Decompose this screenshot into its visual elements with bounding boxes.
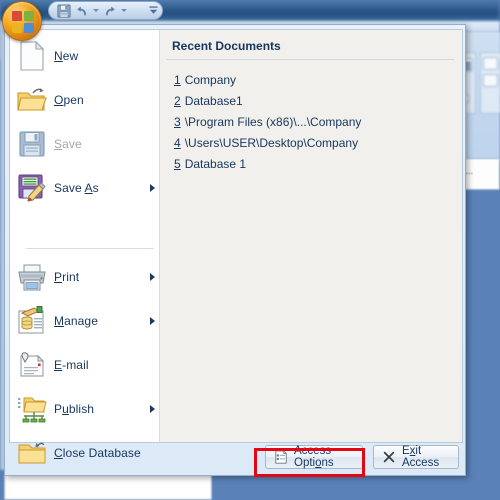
recent-documents-rule	[166, 59, 454, 60]
menu-item-manage[interactable]: Manage	[10, 301, 160, 341]
undo-dropdown-icon[interactable]	[91, 3, 100, 18]
menu-item-print-label: Print	[54, 270, 80, 284]
recent-document-name: Database1	[184, 94, 243, 108]
recent-document-item[interactable]: 5 Database 1	[174, 157, 246, 171]
menu-item-print[interactable]: Print	[10, 257, 160, 297]
customize-quick-access-toolbar-icon[interactable]	[145, 3, 161, 18]
redo-icon[interactable]	[101, 3, 118, 18]
undo-icon[interactable]	[73, 3, 90, 18]
recent-document-item[interactable]: 2 Database1	[174, 94, 243, 108]
menu-item-publish-label: Publish	[54, 402, 95, 416]
exit-access-label: Exit Access	[402, 445, 440, 469]
menu-item-save-as-label: Save As	[54, 181, 99, 195]
publish-network-icon	[10, 391, 54, 427]
recent-document-number: 4	[174, 136, 181, 150]
recent-document-item[interactable]: 3 \Program Files (x86)\...\Company	[174, 115, 361, 129]
save-as-submenu-arrow-icon	[144, 184, 160, 192]
recent-document-number: 5	[174, 157, 181, 171]
menu-item-new-label: New	[54, 49, 79, 63]
office-menu-popup: New Open Save Save As Print Manage E-mai…	[4, 24, 466, 476]
recent-documents-pane: Recent Documents 1 Company 2 Database1 3 \P…	[160, 30, 462, 442]
save-icon[interactable]	[55, 3, 72, 18]
envelope-icon	[10, 347, 54, 383]
publish-submenu-arrow-icon	[144, 405, 160, 413]
menu-item-save-as[interactable]: Save As	[10, 168, 160, 208]
office-menu-footer: Access Options Exit Access	[5, 443, 467, 475]
menu-item-open[interactable]: Open	[10, 80, 160, 120]
office-menu-left-pane: New Open Save Save As Print Manage E-mai…	[10, 30, 160, 464]
menu-item-new[interactable]: New	[10, 36, 160, 76]
floppy-disk-icon	[10, 126, 54, 162]
menu-item-manage-label: Manage	[54, 314, 98, 328]
recent-documents-title: Recent Documents	[172, 39, 281, 53]
menu-item-save: Save	[10, 124, 160, 164]
options-list-icon	[274, 450, 288, 464]
exit-access-button[interactable]: Exit Access	[373, 445, 459, 469]
access-options-label: Access Options	[294, 445, 334, 469]
printer-icon	[10, 259, 54, 295]
menu-divider	[26, 248, 154, 249]
recent-document-name: \Users\USER\Desktop\Company	[184, 136, 359, 150]
manage-submenu-arrow-icon	[144, 317, 160, 325]
recent-document-item[interactable]: 4 \Users\USER\Desktop\Company	[174, 136, 358, 150]
manage-database-icon	[10, 303, 54, 339]
recent-document-number: 3	[174, 115, 181, 129]
recent-document-item[interactable]: 1 Company	[174, 73, 236, 87]
menu-item-save-label: Save	[54, 137, 82, 151]
office-button[interactable]	[2, 1, 42, 41]
menu-item-publish[interactable]: Publish	[10, 389, 160, 429]
access-options-button[interactable]: Access Options	[265, 445, 363, 469]
save-as-icon	[10, 170, 54, 206]
redo-dropdown-icon[interactable]	[119, 3, 128, 18]
new-document-icon	[10, 38, 54, 74]
office-logo-icon	[12, 11, 34, 33]
records-button-1	[483, 57, 498, 70]
recent-document-number: 1	[174, 73, 181, 87]
menu-item-email[interactable]: E-mail	[10, 345, 160, 385]
open-folder-icon	[10, 82, 54, 118]
recent-document-number: 2	[174, 94, 181, 108]
records-button-2	[483, 74, 498, 87]
recent-document-name: Company	[184, 73, 237, 87]
print-submenu-arrow-icon	[144, 273, 160, 281]
menu-item-open-label: Open	[54, 93, 84, 107]
office-menu-inner: New Open Save Save As Print Manage E-mai…	[9, 29, 463, 464]
menu-item-email-label: E-mail	[54, 358, 89, 372]
recent-document-name: Database 1	[184, 157, 247, 171]
recent-document-name: \Program Files (x86)\...\Company	[184, 115, 362, 129]
close-x-icon	[382, 450, 396, 464]
